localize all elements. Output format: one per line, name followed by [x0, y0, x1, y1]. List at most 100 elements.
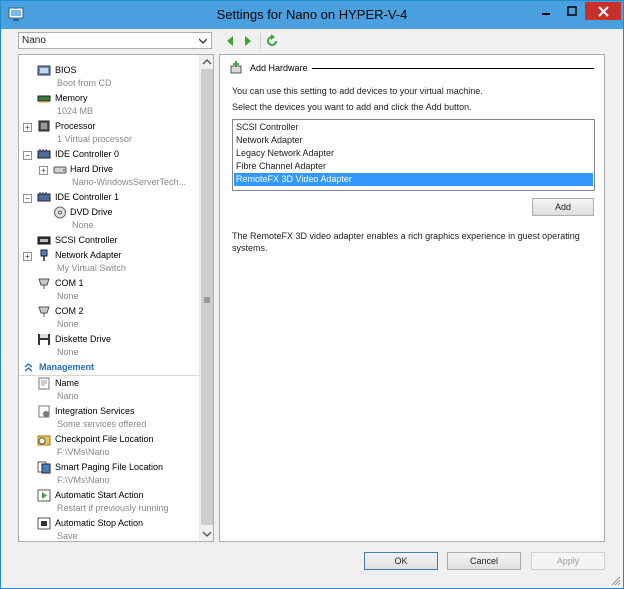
window-title: Settings for Nano on HYPER-V-4	[216, 7, 408, 22]
management-section-header[interactable]: Management	[19, 361, 199, 376]
collapse-chevron-icon	[24, 363, 33, 372]
chevron-down-icon	[199, 38, 207, 44]
device-option[interactable]: Fibre Channel Adapter	[234, 160, 593, 173]
maximize-icon	[567, 6, 577, 16]
tree-item-label: Hard Drive	[70, 164, 114, 174]
add-button[interactable]: Add	[532, 198, 594, 216]
tree-item-sublabel: 1024 MB	[57, 106, 94, 116]
tree-item-network-adapter[interactable]: + Network Adapter My Virtual Switch	[19, 249, 199, 277]
tree-item-label: Name	[55, 378, 80, 388]
cancel-button[interactable]: Cancel	[447, 552, 521, 570]
minimize-button[interactable]	[533, 2, 559, 20]
tree-item-sublabel: None	[57, 347, 79, 357]
collapse-toggle[interactable]: −	[23, 194, 32, 203]
tree-item-label: Checkpoint File Location	[55, 434, 154, 444]
tree-item-name[interactable]: Name Nano	[19, 377, 199, 405]
start-action-icon	[37, 489, 51, 502]
instruction-text: Select the devices you want to add and c…	[232, 102, 472, 112]
tree-item-label: COM 2	[55, 306, 84, 316]
refresh-icon[interactable]	[265, 34, 279, 48]
forward-arrow-icon[interactable]	[241, 34, 255, 48]
device-option[interactable]: SCSI Controller	[234, 121, 593, 134]
integration-services-icon	[38, 405, 50, 418]
tree-item-bios[interactable]: BIOS Boot from CD	[19, 64, 199, 92]
tree-item-com-1[interactable]: COM 1 None	[19, 277, 199, 305]
title-bar[interactable]: Settings for Nano on HYPER-V-4	[1, 1, 623, 29]
tree-item-checkpoint-location[interactable]: Checkpoint File Location F:\VMs\Nano	[19, 433, 199, 461]
back-arrow-icon[interactable]	[223, 34, 237, 48]
close-button[interactable]	[585, 2, 621, 20]
vm-select-value: Nano	[22, 35, 46, 46]
heading-rule	[312, 68, 594, 69]
settings-window: Settings for Nano on HYPER-V-4 Nano BIOS…	[0, 0, 624, 589]
expand-toggle[interactable]: +	[23, 252, 32, 261]
collapse-toggle[interactable]: −	[23, 151, 32, 160]
ide-controller-icon	[37, 149, 51, 159]
tree-item-sublabel: Save	[57, 531, 78, 541]
diskette-icon	[38, 334, 50, 345]
expand-toggle[interactable]: +	[23, 123, 32, 132]
tree-item-memory[interactable]: Memory 1024 MB	[19, 92, 199, 120]
device-option-selected[interactable]: RemoteFX 3D Video Adapter	[234, 173, 593, 186]
smart-paging-icon	[37, 461, 51, 474]
tree-item-label: BIOS	[55, 65, 77, 75]
close-icon	[597, 5, 609, 17]
tree-item-label: Automatic Start Action	[55, 490, 144, 500]
scroll-down-arrow-icon[interactable]	[200, 527, 214, 541]
resize-grip-icon[interactable]	[611, 576, 621, 586]
maximize-button[interactable]	[559, 2, 585, 20]
device-list[interactable]: SCSI Controller Network Adapter Legacy N…	[232, 119, 595, 191]
ide-controller-icon	[37, 192, 51, 202]
tree-scrollbar[interactable]	[199, 55, 214, 541]
grip-icon	[204, 297, 210, 303]
tree-item-diskette-drive[interactable]: Diskette Drive None	[19, 333, 199, 361]
tree-item-sublabel: None	[57, 291, 79, 301]
intro-text: You can use this setting to add devices …	[232, 86, 483, 96]
tree-item-sublabel: Nano-WindowsServerTech...	[72, 177, 187, 187]
tree-item-sublabel: None	[72, 220, 94, 230]
device-option[interactable]: Legacy Network Adapter	[234, 147, 593, 160]
tree-item-integration-services[interactable]: Integration Services Some services offer…	[19, 405, 199, 433]
tree-item-automatic-start-action[interactable]: Automatic Start Action Restart if previo…	[19, 489, 199, 517]
device-option[interactable]: Network Adapter	[234, 134, 593, 147]
scroll-thumb[interactable]	[201, 69, 213, 525]
tree-item-hard-drive[interactable]: + Hard Drive Nano-WindowsServerTech...	[19, 163, 199, 191]
processor-icon	[38, 120, 50, 132]
tree-item-label: Network Adapter	[55, 250, 122, 260]
com-port-icon	[38, 306, 50, 317]
tree-item-sublabel: F:\VMs\Nano	[57, 447, 110, 457]
tree-item-dvd-drive[interactable]: DVD Drive None	[19, 206, 199, 234]
expand-toggle[interactable]: +	[39, 166, 48, 175]
com-port-icon	[38, 278, 50, 289]
tree-item-label: Diskette Drive	[55, 334, 112, 344]
memory-icon	[37, 95, 51, 103]
scsi-controller-icon	[37, 236, 51, 245]
tree-item-smart-paging-location[interactable]: Smart Paging File Location F:\VMs\Nano	[19, 461, 199, 489]
vm-select-dropdown[interactable]: Nano	[18, 32, 212, 49]
add-hardware-icon	[230, 61, 242, 74]
tree-item-automatic-stop-action[interactable]: Automatic Stop Action Save	[19, 517, 199, 541]
tree-item-label: COM 1	[55, 278, 84, 288]
toolbar: Nano	[1, 29, 623, 53]
tree-item-label: Memory	[55, 93, 88, 103]
details-pane: Add Hardware You can use this setting to…	[219, 54, 605, 542]
scroll-up-arrow-icon[interactable]	[200, 55, 214, 69]
tree-item-label: Smart Paging File Location	[55, 462, 164, 472]
tree-item-sublabel: F:\VMs\Nano	[57, 475, 110, 485]
apply-button[interactable]: Apply	[531, 552, 605, 570]
tree-item-label: IDE Controller 1	[55, 192, 120, 202]
tree-item-sublabel: My Virtual Switch	[57, 263, 126, 273]
tree-item-sublabel: Some services offered	[57, 419, 147, 429]
network-adapter-icon	[40, 249, 48, 261]
tree-item-label: Processor	[55, 121, 96, 131]
tree-item-sublabel: 1 Virtual processor	[57, 134, 132, 144]
ok-button[interactable]: OK	[364, 552, 438, 570]
tree-item-processor[interactable]: + Processor 1 Virtual processor	[19, 120, 199, 148]
stop-action-icon	[37, 517, 51, 530]
checkpoint-icon	[37, 435, 51, 446]
bios-icon	[37, 65, 51, 76]
tree-item-com-2[interactable]: COM 2 None	[19, 305, 199, 333]
toolbar-separator	[260, 33, 261, 49]
dvd-drive-icon	[54, 206, 66, 219]
tree-item-sublabel: Nano	[57, 391, 79, 401]
